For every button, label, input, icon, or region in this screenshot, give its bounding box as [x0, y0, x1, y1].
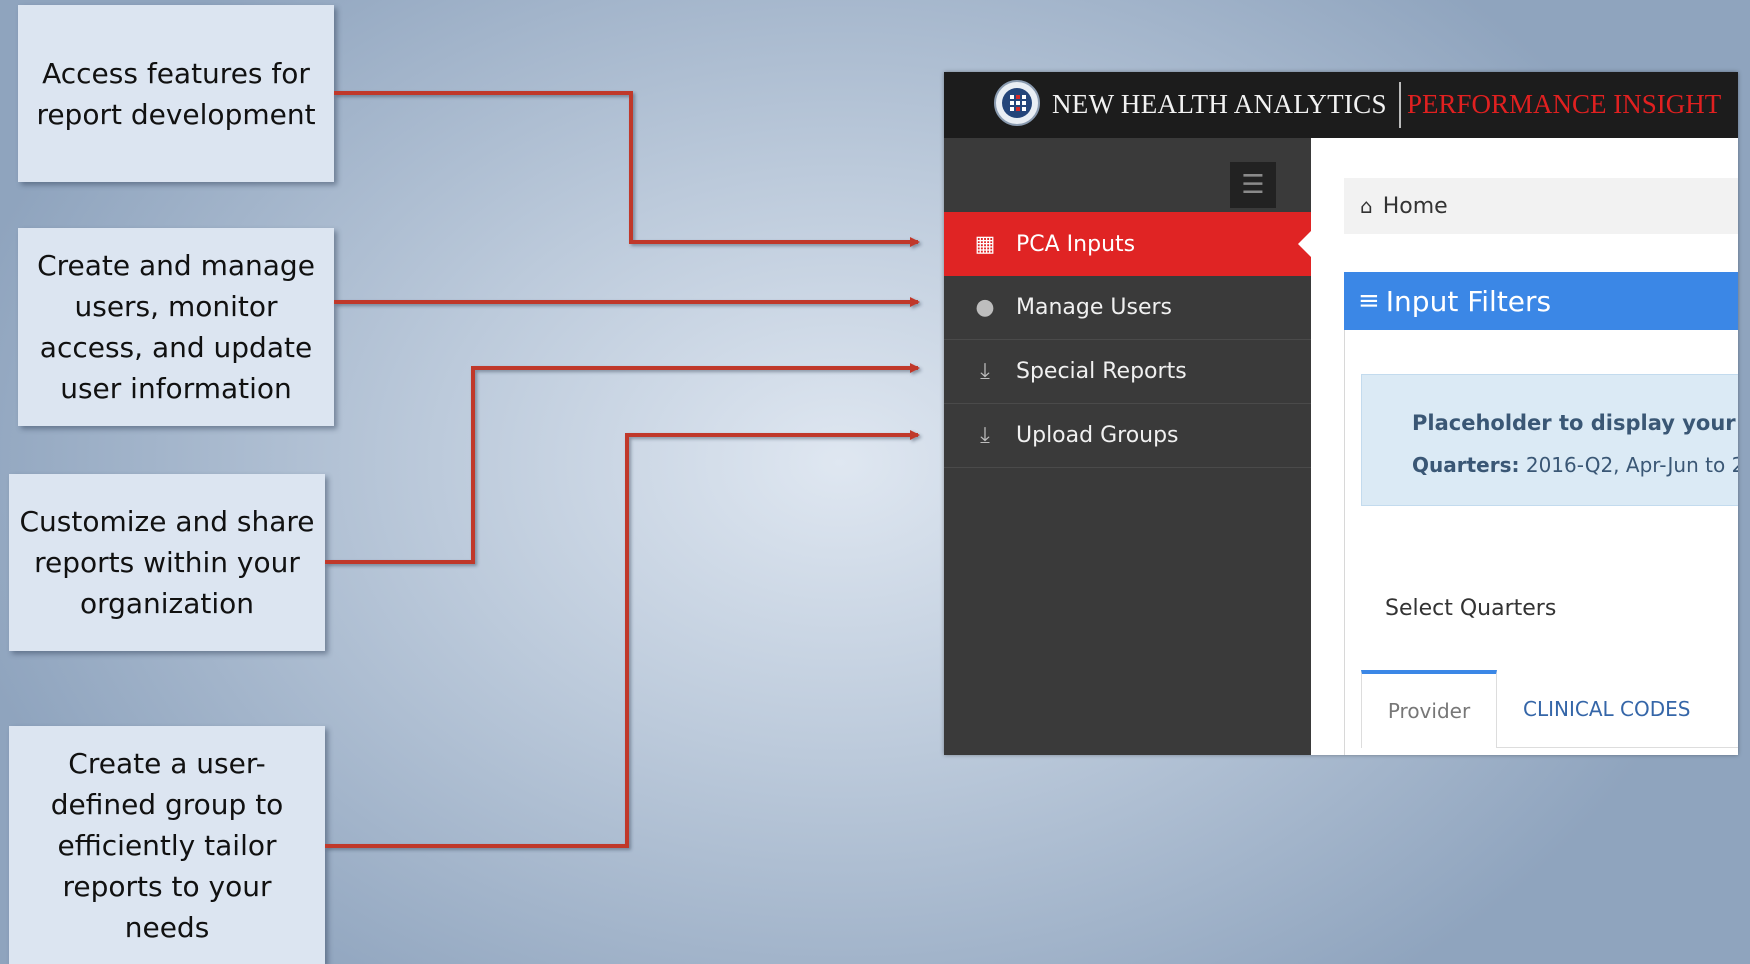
home-icon: ⌂ [1360, 194, 1373, 218]
tab-clinical-codes[interactable]: CLINICAL CODES [1497, 670, 1738, 748]
download-icon: ⤓ [980, 359, 990, 384]
sidebar-item-label: Upload Groups [1016, 423, 1179, 448]
connector-line-4 [325, 430, 920, 848]
info-title: Placeholder to display your S [1412, 411, 1738, 435]
download-icon: ⤓ [980, 423, 990, 448]
breadcrumb: ⌂ Home [1344, 178, 1738, 234]
panel-title: Input Filters [1385, 284, 1552, 318]
info-quarters: Quarters: 2016-Q2, Apr-Jun to 20 [1412, 453, 1738, 477]
user-icon: ● [975, 295, 995, 320]
connector-line-3 [325, 363, 920, 564]
info-box: Placeholder to display your S Quarters: … [1361, 374, 1738, 506]
connector-line-1 [334, 91, 920, 247]
sidebar-item-pca-inputs[interactable]: ▦ PCA Inputs [944, 212, 1312, 276]
sidebar-item-upload-groups[interactable]: ⤓ Upload Groups [944, 404, 1311, 468]
menu-toggle-button[interactable]: ☰ [1230, 162, 1276, 208]
panel-header: ≡ Input Filters [1344, 272, 1738, 330]
sidebar-item-label: Special Reports [1016, 359, 1187, 384]
app-window: NEW HEALTH ANALYTICS PERFORMANCE INSIGHT… [944, 72, 1738, 755]
brand-divider [1399, 82, 1401, 128]
app-header: NEW HEALTH ANALYTICS PERFORMANCE INSIGHT [944, 72, 1738, 138]
hamburger-icon: ☰ [1241, 170, 1265, 200]
panel-body: Placeholder to display your S Quarters: … [1344, 330, 1738, 755]
brand-primary: NEW HEALTH ANALYTICS [1052, 89, 1387, 119]
main-content: ⌂ Home ≡ Input Filters Placeholder to di… [1311, 138, 1738, 755]
grid-icon: ▦ [974, 231, 996, 257]
sidebar-item-special-reports[interactable]: ⤓ Special Reports [944, 340, 1311, 404]
logo-icon [994, 80, 1040, 126]
sidebar-item-label: PCA Inputs [1016, 231, 1136, 257]
select-quarters-label: Select Quarters [1385, 596, 1557, 621]
sidebar-item-label: Manage Users [1016, 295, 1172, 320]
sidebar-item-manage-users[interactable]: ● Manage Users [944, 276, 1311, 340]
tab-provider[interactable]: Provider [1361, 670, 1497, 748]
brand-secondary: PERFORMANCE INSIGHT [1407, 89, 1722, 119]
list-icon: ≡ [1358, 286, 1380, 316]
breadcrumb-home[interactable]: Home [1383, 194, 1448, 219]
